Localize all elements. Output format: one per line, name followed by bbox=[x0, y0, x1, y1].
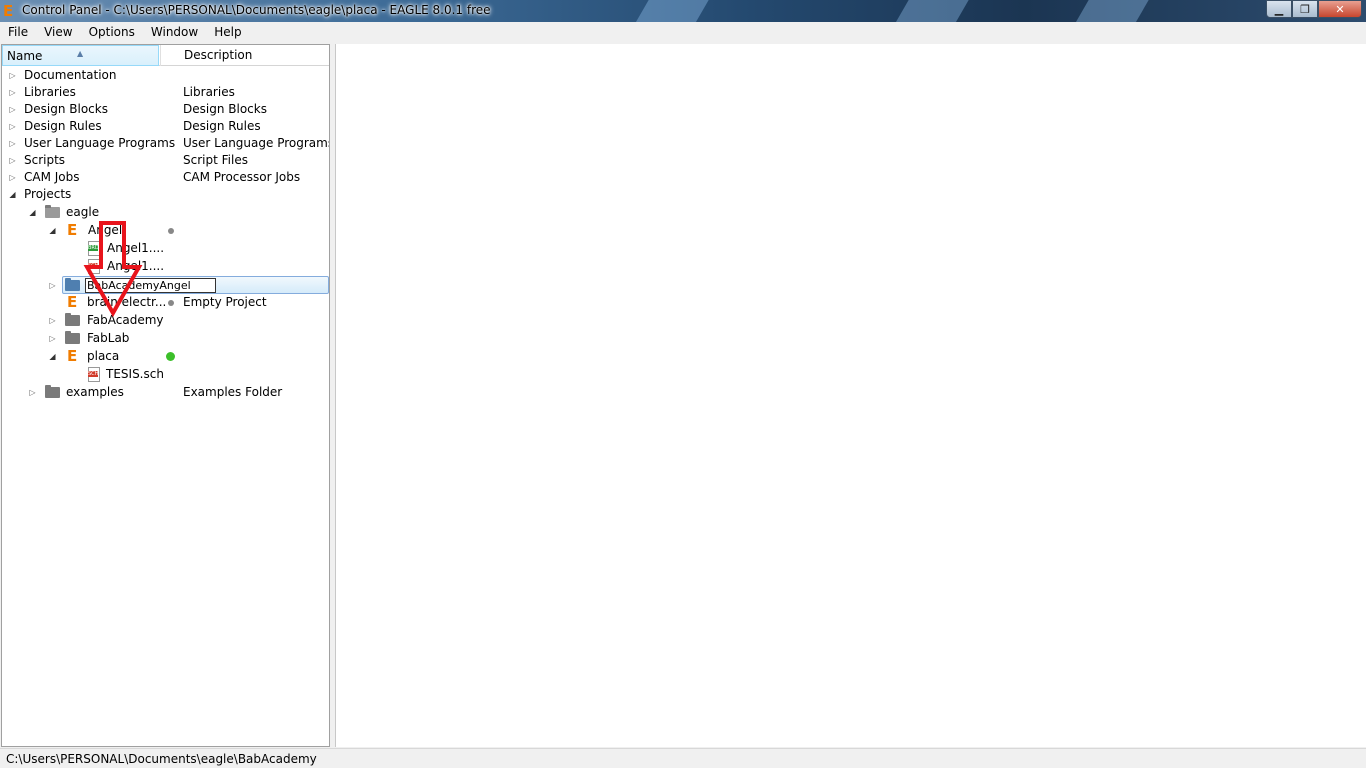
column-header-description[interactable]: Description bbox=[160, 45, 329, 66]
collapse-arrow-icon[interactable]: ◢ bbox=[28, 204, 37, 221]
tree-row-angel-schematic[interactable]: SCH Angel1.... bbox=[2, 258, 329, 275]
content-panel bbox=[335, 44, 1366, 747]
tree-row-user-language-programs[interactable]: ▷ User Language Programs User Language P… bbox=[2, 135, 329, 152]
tree-row-fablab[interactable]: ▷ FabLab bbox=[2, 330, 329, 347]
tree-item-description: Libraries bbox=[183, 85, 235, 99]
eagle-project-icon: E bbox=[67, 221, 78, 239]
tree-item-description: Script Files bbox=[183, 153, 248, 167]
window-title: Control Panel - C:\Users\PERSONAL\Docume… bbox=[22, 3, 491, 17]
column-header-name[interactable]: ▲ Name bbox=[2, 45, 159, 66]
sort-ascending-icon: ▲ bbox=[77, 49, 84, 58]
status-bar: C:\Users\PERSONAL\Documents\eagle\BabAca… bbox=[0, 748, 1366, 768]
active-project-dot-icon[interactable] bbox=[166, 352, 175, 361]
expand-arrow-icon[interactable]: ▷ bbox=[48, 330, 57, 347]
expand-arrow-icon[interactable]: ▷ bbox=[8, 101, 17, 118]
tree-item-label: Angel1.... bbox=[107, 259, 165, 273]
expand-arrow-icon[interactable]: ▷ bbox=[8, 135, 17, 152]
collapse-arrow-icon[interactable]: ◢ bbox=[48, 222, 57, 239]
tree-item-description: Empty Project bbox=[183, 295, 267, 309]
tree-row-fabacademy[interactable]: ▷ FabAcademy bbox=[2, 312, 329, 329]
tree-row-design-rules[interactable]: ▷ Design Rules Design Rules bbox=[2, 118, 329, 135]
tree-row-brain-electronics[interactable]: E brain electr... Empty Project bbox=[2, 294, 329, 311]
tree-item-label: FabAcademy bbox=[87, 313, 164, 327]
tree-item-description: CAM Processor Jobs bbox=[183, 170, 301, 184]
tree-item-label: brain electr... bbox=[87, 295, 167, 309]
tree-item-label: CAM Jobs bbox=[24, 170, 80, 184]
tree-item-label: Angel1.... bbox=[107, 241, 165, 255]
tree-row-angel[interactable]: ◢ E Angel bbox=[2, 222, 329, 239]
tree-row-projects[interactable]: ◢ Projects bbox=[2, 186, 329, 203]
tree-item-label: Projects bbox=[24, 187, 72, 201]
folder-icon bbox=[45, 385, 60, 398]
tree-item-label: Scripts bbox=[24, 153, 66, 167]
eagle-project-icon: E bbox=[67, 293, 78, 311]
expand-arrow-icon[interactable]: ▷ bbox=[8, 67, 17, 84]
collapse-arrow-icon[interactable]: ◢ bbox=[8, 186, 17, 203]
tree-item-label: Angel bbox=[88, 223, 123, 237]
column-name-label: Name bbox=[7, 49, 43, 63]
tree-item-label: examples bbox=[66, 385, 124, 399]
tree-item-label: eagle bbox=[66, 205, 100, 219]
board-file-icon: BRD bbox=[88, 241, 100, 256]
tree-row-design-blocks[interactable]: ▷ Design Blocks Design Blocks bbox=[2, 101, 329, 118]
eagle-app-icon[interactable]: E bbox=[3, 3, 17, 19]
folder-icon bbox=[65, 278, 80, 291]
expand-arrow-icon[interactable]: ▷ bbox=[8, 84, 17, 101]
tree-panel[interactable]: ▲ Name Description ▷ Documentation ▷ Lib… bbox=[1, 44, 330, 747]
tree-item-label: Design Rules bbox=[24, 119, 102, 133]
tree-row-documentation[interactable]: ▷ Documentation bbox=[2, 67, 329, 84]
title-bar[interactable]: E Control Panel - C:\Users\PERSONAL\Docu… bbox=[0, 0, 1366, 22]
expand-arrow-icon[interactable]: ▷ bbox=[8, 169, 17, 186]
rename-input[interactable]: BabAcademyAngel bbox=[85, 278, 216, 293]
tree-item-label: FabLab bbox=[87, 331, 130, 345]
collapse-arrow-icon[interactable]: ◢ bbox=[48, 348, 57, 365]
tree-header: ▲ Name Description bbox=[2, 45, 329, 66]
tree-row-placa[interactable]: ◢ E placa bbox=[2, 348, 329, 365]
tree-item-label: User Language Programs bbox=[24, 136, 176, 150]
expand-arrow-icon[interactable]: ▷ bbox=[8, 118, 17, 135]
tree-row-tesis-schematic[interactable]: SCH TESIS.sch bbox=[2, 366, 329, 383]
menu-view[interactable]: View bbox=[36, 22, 80, 43]
menu-window[interactable]: Window bbox=[143, 22, 206, 43]
minimize-button[interactable]: ▁ bbox=[1266, 0, 1292, 18]
column-description-label: Description bbox=[184, 48, 253, 62]
menu-file[interactable]: File bbox=[0, 22, 36, 43]
expand-arrow-icon[interactable]: ▷ bbox=[28, 384, 37, 401]
status-path: C:\Users\PERSONAL\Documents\eagle\BabAca… bbox=[6, 752, 317, 766]
eagle-project-icon: E bbox=[67, 347, 78, 365]
project-status-dot-icon[interactable] bbox=[168, 300, 174, 306]
folder-icon bbox=[65, 331, 80, 344]
tree-item-label: TESIS.sch bbox=[106, 367, 164, 381]
schematic-file-icon: SCH bbox=[88, 259, 100, 274]
folder-open-icon bbox=[45, 205, 60, 218]
tree-item-description: User Language Programs bbox=[183, 136, 330, 150]
tree-row-scripts[interactable]: ▷ Scripts Script Files bbox=[2, 152, 329, 169]
tree-item-description: Design Rules bbox=[183, 119, 261, 133]
tree-row-angel-board[interactable]: BRD Angel1.... bbox=[2, 240, 329, 257]
tree-item-label: Libraries bbox=[24, 85, 76, 99]
tree-item-label: placa bbox=[87, 349, 120, 363]
folder-icon bbox=[65, 313, 80, 326]
close-button[interactable]: ✕ bbox=[1318, 0, 1362, 18]
tree-row-cam-jobs[interactable]: ▷ CAM Jobs CAM Processor Jobs bbox=[2, 169, 329, 186]
tree-item-label: Design Blocks bbox=[24, 102, 108, 116]
project-status-dot-icon[interactable] bbox=[168, 228, 174, 234]
menu-help[interactable]: Help bbox=[206, 22, 249, 43]
tree-item-description: Design Blocks bbox=[183, 102, 267, 116]
tree-item-label: Documentation bbox=[24, 68, 117, 82]
expand-arrow-icon[interactable]: ▷ bbox=[8, 152, 17, 169]
tree-row-eagle[interactable]: ◢ eagle bbox=[2, 204, 329, 221]
maximize-button[interactable]: ❐ bbox=[1292, 0, 1318, 18]
tree-row-examples[interactable]: ▷ examples Examples Folder bbox=[2, 384, 329, 401]
tree-row-libraries[interactable]: ▷ Libraries Libraries bbox=[2, 84, 329, 101]
menu-bar: File View Options Window Help bbox=[0, 22, 1366, 43]
tree-item-description: Examples Folder bbox=[183, 385, 283, 399]
schematic-file-icon: SCH bbox=[88, 367, 100, 382]
menu-options[interactable]: Options bbox=[81, 22, 143, 43]
expand-arrow-icon[interactable]: ▷ bbox=[48, 277, 57, 294]
expand-arrow-icon[interactable]: ▷ bbox=[48, 312, 57, 329]
